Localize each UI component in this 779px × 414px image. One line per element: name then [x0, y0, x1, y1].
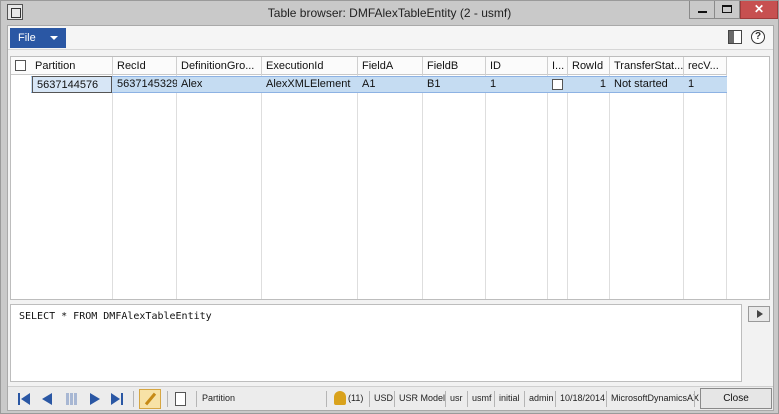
file-menu-button[interactable]: File: [10, 28, 66, 48]
status-server: MicrosoftDynamicsAX: [611, 393, 700, 403]
query-text[interactable]: SELECT * FROM DMFAlexTableEntity: [19, 311, 212, 322]
file-menu-label: File: [18, 32, 36, 44]
separator: [694, 391, 695, 407]
status-model: USR Model: [399, 393, 446, 403]
cell-definition-group[interactable]: Alex: [177, 76, 262, 93]
status-company: usmf: [472, 393, 492, 403]
cell-rec-version[interactable]: 1: [684, 76, 727, 93]
column-header-partition[interactable]: Partition: [31, 57, 113, 75]
notification-count[interactable]: (11): [348, 393, 363, 403]
separator: [133, 391, 134, 407]
client-area: File ? Partition RecId DefinitionGro... …: [7, 25, 774, 411]
layout-icon[interactable]: [728, 30, 742, 44]
column-header-rec-version[interactable]: recV...: [684, 57, 727, 75]
separator: [394, 391, 395, 407]
next-record-icon[interactable]: [88, 393, 102, 405]
column-header-execution-id[interactable]: ExecutionId: [262, 57, 358, 75]
cell-i-checkbox[interactable]: [552, 79, 563, 90]
separator: [467, 391, 468, 407]
column-divider: [422, 75, 423, 299]
column-divider: [567, 75, 568, 299]
document-icon[interactable]: [175, 392, 186, 406]
column-divider: [357, 75, 358, 299]
column-header-row-id[interactable]: RowId: [568, 57, 610, 75]
window-title: Table browser: DMFAlexTableEntity (2 - u…: [267, 6, 512, 20]
separator: [524, 391, 525, 407]
status-bar: Partition (11) USD USR Model usr usmf in…: [8, 386, 773, 410]
column-header-field-a[interactable]: FieldA: [358, 57, 423, 75]
separator: [326, 391, 327, 407]
cell-id[interactable]: 1: [486, 76, 548, 93]
cell-recid[interactable]: 5637145329: [113, 76, 177, 93]
column-divider: [683, 75, 684, 299]
chevron-down-icon: [50, 36, 58, 40]
cell-execution-id[interactable]: AlexXMLElement: [262, 76, 358, 93]
column-divider: [485, 75, 486, 299]
grid-view-icon[interactable]: [66, 393, 78, 405]
separator: [369, 391, 370, 407]
previous-record-icon[interactable]: [40, 393, 54, 405]
status-user: admin: [529, 393, 554, 403]
last-record-icon[interactable]: [110, 393, 124, 405]
separator: [167, 391, 168, 407]
minimize-button[interactable]: [689, 1, 715, 19]
column-header-field-b[interactable]: FieldB: [423, 57, 486, 75]
run-query-button[interactable]: [748, 306, 770, 322]
separator: [445, 391, 446, 407]
select-all-checkbox[interactable]: [15, 60, 26, 71]
separator: [606, 391, 607, 407]
column-divider: [261, 75, 262, 299]
cell-row-id[interactable]: 1: [568, 76, 610, 93]
maximize-icon: [722, 5, 732, 13]
help-icon[interactable]: ?: [751, 30, 765, 44]
cell-field-b[interactable]: B1: [423, 76, 486, 93]
first-record-icon[interactable]: [18, 393, 32, 405]
title-bar[interactable]: Table browser: DMFAlexTableEntity (2 - u…: [1, 1, 778, 23]
column-header-definition-group[interactable]: DefinitionGro...: [177, 57, 262, 75]
separator: [555, 391, 556, 407]
column-divider: [112, 75, 113, 299]
separator: [196, 391, 197, 407]
window-close-button[interactable]: ✕: [740, 1, 778, 19]
status-field-name: Partition: [202, 393, 236, 403]
maximize-button[interactable]: [714, 1, 740, 19]
status-date: 10/18/2014: [560, 393, 606, 403]
column-header-id[interactable]: ID: [486, 57, 548, 75]
cell-transfer-status[interactable]: Not started: [610, 76, 684, 93]
query-input[interactable]: SELECT * FROM DMFAlexTableEntity: [10, 304, 742, 382]
separator: [494, 391, 495, 407]
table-browser-window: Table browser: DMFAlexTableEntity (2 - u…: [0, 0, 779, 414]
grid-header: Partition RecId DefinitionGro... Executi…: [11, 57, 727, 75]
close-button[interactable]: Close: [700, 388, 772, 409]
data-grid[interactable]: Partition RecId DefinitionGro... Executi…: [10, 56, 770, 300]
minimize-icon: [697, 11, 707, 13]
column-header-i[interactable]: I...: [548, 57, 568, 75]
cell-partition[interactable]: 5637144576: [32, 76, 112, 93]
status-partition: initial: [499, 393, 520, 403]
column-divider: [609, 75, 610, 299]
bell-icon[interactable]: [334, 391, 346, 405]
column-header-transfer-status[interactable]: TransferStat...: [610, 57, 684, 75]
edit-mode-button[interactable]: [139, 389, 161, 409]
ribbon: File ?: [8, 26, 773, 50]
cell-field-a[interactable]: A1: [358, 76, 423, 93]
status-currency: USD: [374, 393, 394, 403]
column-divider: [547, 75, 548, 299]
column-divider: [726, 75, 727, 299]
column-divider: [176, 75, 177, 299]
status-layer: usr: [450, 393, 463, 403]
column-header-recid[interactable]: RecId: [113, 57, 177, 75]
